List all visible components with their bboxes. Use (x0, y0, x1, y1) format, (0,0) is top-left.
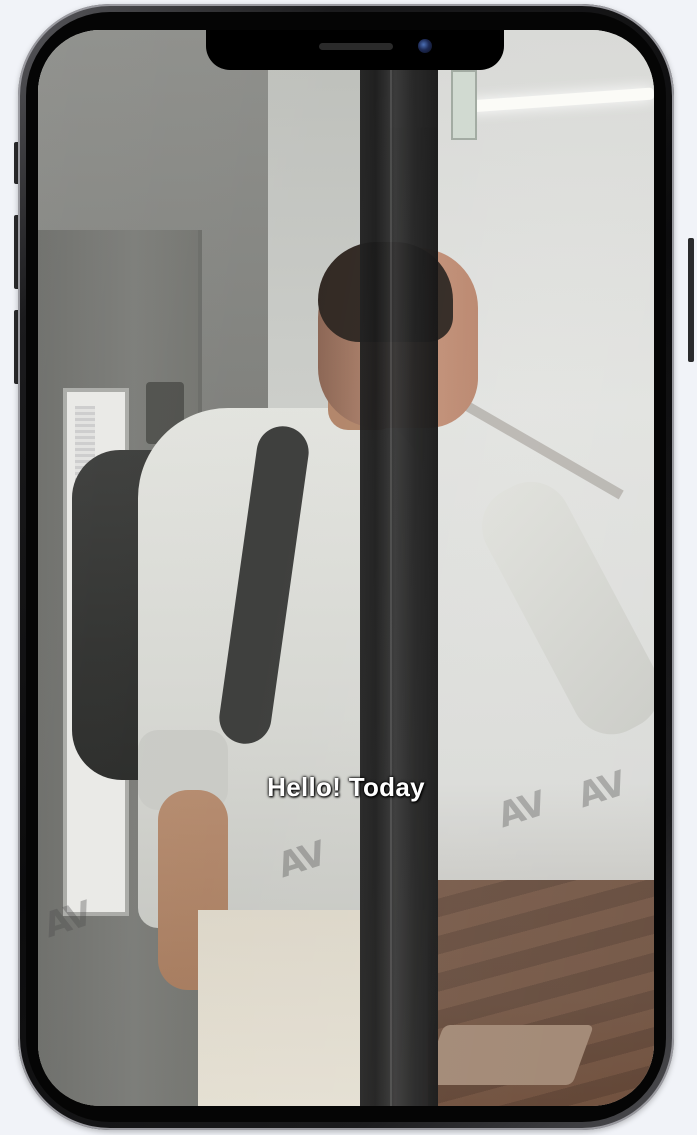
glass-reflection (38, 30, 654, 1106)
power-button[interactable] (688, 238, 694, 362)
earpiece-speaker (319, 43, 393, 50)
phone-notch (206, 30, 504, 70)
video-frame[interactable]: AV AV AV AV (38, 30, 654, 1106)
front-camera-icon (418, 39, 432, 53)
page-canvas: AV AV AV AV Hello! Today (0, 0, 697, 1135)
phone-screen[interactable]: AV AV AV AV Hello! Today (38, 30, 654, 1106)
video-caption: Hello! Today (267, 772, 425, 802)
